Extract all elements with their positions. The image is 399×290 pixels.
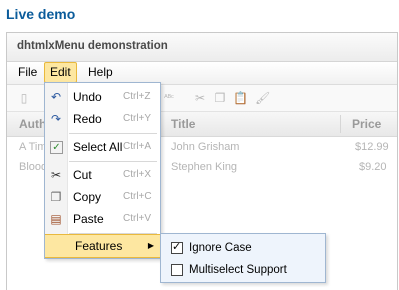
- cell-price: $9.20: [359, 161, 387, 173]
- menu-item-label: Select All: [73, 140, 123, 154]
- undo-icon: ↶: [50, 90, 62, 104]
- shortcut-label: Ctrl+V: [123, 213, 152, 224]
- menu-separator: [69, 161, 157, 162]
- menu-item-undo[interactable]: ↶ Undo Ctrl+Z: [45, 86, 160, 108]
- shortcut-label: Ctrl+X: [123, 169, 152, 180]
- checkbox-checked-icon[interactable]: [171, 240, 183, 254]
- cell-price: $12.99: [355, 141, 389, 153]
- column-price[interactable]: Price: [352, 112, 381, 136]
- cell-title: Stephen King: [171, 161, 238, 173]
- menu-edit[interactable]: Edit: [44, 62, 77, 83]
- chevron-right-icon: ▶: [147, 241, 154, 250]
- shortcut-label: Ctrl+Y: [123, 113, 152, 124]
- scissors-icon: ✂: [50, 168, 62, 182]
- menu-item-paste[interactable]: ▤ Paste Ctrl+V: [45, 208, 160, 230]
- column-author[interactable]: Auth: [19, 112, 46, 136]
- menu-item-select-all[interactable]: ✓ Select All Ctrl+A: [45, 136, 160, 158]
- menu-item-label: Cut: [73, 168, 92, 182]
- menu-item-cut[interactable]: ✂ Cut Ctrl+X: [45, 164, 160, 186]
- copy-icon: ❐: [50, 190, 62, 204]
- cell-author: Blood: [19, 161, 48, 173]
- menu-item-label: Copy: [73, 190, 102, 204]
- column-separator: [340, 115, 341, 133]
- submenu-item-multiselect[interactable]: Multiselect Support: [161, 259, 325, 281]
- menu-item-redo[interactable]: ↷ Redo Ctrl+Y: [45, 108, 160, 130]
- new-file-icon[interactable]: ▯: [17, 91, 31, 105]
- column-title[interactable]: Title: [171, 112, 195, 136]
- paste-icon: ▤: [50, 212, 62, 226]
- menu-item-label: Paste: [73, 212, 104, 226]
- menu-item-label: Features: [75, 239, 123, 253]
- menu-item-features[interactable]: Features ▶: [45, 234, 160, 258]
- scissors-icon[interactable]: ✂: [193, 91, 207, 105]
- shortcut-label: Ctrl+C: [123, 191, 152, 202]
- spellcheck-icon[interactable]: ᴬᴮᶜ: [162, 91, 176, 105]
- section-heading: Live demo: [6, 6, 76, 22]
- menu-file[interactable]: File: [13, 63, 42, 82]
- shortcut-label: Ctrl+A: [123, 141, 152, 152]
- shortcut-label: Ctrl+Z: [123, 91, 151, 102]
- cell-title: John Grisham: [171, 141, 240, 153]
- paste-icon[interactable]: 📋: [233, 91, 248, 105]
- brush-icon[interactable]: 🖌: [255, 91, 270, 105]
- menu-separator: [69, 133, 157, 134]
- edit-dropdown: ↶ Undo Ctrl+Z ↷ Redo Ctrl+Y ✓ Select All…: [44, 82, 161, 259]
- copy-icon[interactable]: ❐: [213, 91, 227, 105]
- submenu-item-label: Multiselect Support: [189, 264, 287, 276]
- submenu-item-label: Ignore Case: [189, 242, 252, 254]
- cell-author: A Tim: [19, 141, 47, 153]
- redo-icon: ↷: [50, 112, 62, 126]
- menu-help[interactable]: Help: [83, 63, 118, 82]
- select-all-icon: ✓: [50, 141, 63, 154]
- menu-item-label: Undo: [73, 90, 102, 104]
- menu-item-copy[interactable]: ❐ Copy Ctrl+C: [45, 186, 160, 208]
- checkbox-unchecked-icon[interactable]: [171, 264, 183, 276]
- features-submenu: Ignore Case Multiselect Support: [160, 233, 326, 283]
- window-title: dhtmlxMenu demonstration: [7, 33, 397, 62]
- menu-item-label: Redo: [73, 112, 102, 126]
- submenu-item-ignore-case[interactable]: Ignore Case: [161, 237, 325, 259]
